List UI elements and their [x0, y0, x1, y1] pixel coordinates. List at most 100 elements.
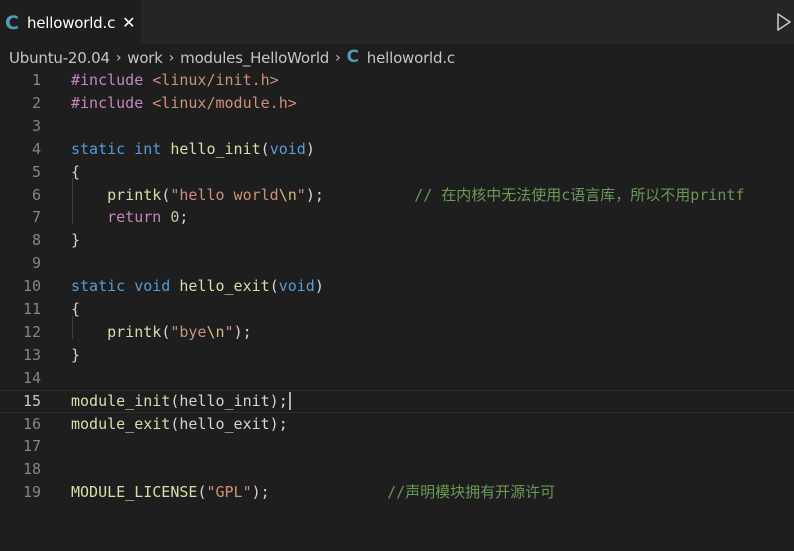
breadcrumb-item-work[interactable]: work — [127, 49, 163, 67]
code-line[interactable]: 6 printk("hello world\n"); // 在内核中无法使用c语… — [0, 184, 794, 207]
chevron-right-icon: › — [335, 49, 341, 66]
code-line[interactable]: 10 static void hello_exit(void) — [0, 275, 794, 298]
code-text: } — [71, 229, 80, 252]
breadcrumb-item-ubuntu[interactable]: Ubuntu-20.04 — [9, 49, 110, 67]
code-line[interactable]: 11 { — [0, 298, 794, 321]
text-cursor — [288, 392, 291, 411]
line-number: 9 — [31, 254, 41, 273]
line-number: 16 — [22, 414, 41, 433]
code-editor[interactable]: 1 #include <linux/init.h> 2 #include <linux… — [0, 68, 794, 551]
code-text: printk("hello world\n"); // 在内核中无法使用c语言库… — [71, 184, 744, 207]
line-number: 15 — [22, 391, 41, 410]
breadcrumb: Ubuntu-20.04 › work › modules_HelloWorld… — [0, 44, 794, 71]
code-line[interactable]: 17 — [0, 435, 794, 458]
code-token: #include — [71, 93, 144, 112]
code-token: ) — [314, 277, 324, 296]
line-number: 18 — [22, 460, 41, 479]
code-token: hello_exit — [179, 277, 270, 296]
code-token: ( — [161, 322, 171, 341]
code-text: static int hello_init(void) — [71, 138, 315, 161]
code-line[interactable]: 18 — [0, 458, 794, 481]
code-token: printk — [107, 322, 162, 341]
code-token: } — [71, 345, 81, 364]
play-icon[interactable] — [776, 12, 792, 32]
code-line[interactable]: 1 #include <linux/init.h> — [0, 69, 794, 92]
line-number: 8 — [31, 231, 41, 250]
line-number: 12 — [22, 322, 41, 341]
code-token: (hello_init); — [170, 391, 288, 410]
code-token: //声明模块拥有开源许可 — [387, 483, 556, 502]
line-number: 4 — [31, 139, 41, 158]
code-token: "bye — [170, 322, 207, 341]
line-number: 7 — [31, 208, 41, 227]
code-token: " — [224, 322, 234, 341]
tab-bar: C helloworld.c ✕ — [0, 0, 794, 44]
code-token: \n — [278, 185, 297, 204]
code-line[interactable]: 2 #include <linux/module.h> — [0, 92, 794, 115]
code-token: { — [71, 300, 81, 318]
code-line[interactable]: 5{ — [0, 161, 794, 184]
code-token: \n — [206, 322, 225, 341]
chevron-right-icon: › — [168, 49, 175, 66]
code-token: ); — [251, 483, 270, 502]
code-text: { — [71, 161, 80, 184]
code-token: hello_init — [170, 139, 261, 158]
c-language-icon: C — [5, 11, 19, 34]
code-line[interactable]: 16 module_exit(hello_exit); — [0, 413, 794, 436]
line-number: 13 — [22, 345, 41, 364]
code-line[interactable]: 13} — [0, 344, 794, 367]
close-icon[interactable]: ✕ — [122, 15, 135, 31]
code-text: static void hello_exit(void) — [71, 275, 324, 298]
code-token: printk — [107, 185, 162, 204]
code-token: ( — [161, 185, 171, 204]
code-token: } — [71, 231, 81, 250]
line-number: 11 — [22, 300, 41, 318]
breadcrumb-item-file[interactable]: helloworld.c — [367, 49, 455, 67]
line-number: 1 — [31, 71, 41, 89]
code-line[interactable]: 4 static int hello_init(void) — [0, 138, 794, 161]
code-token: " — [296, 185, 306, 204]
code-token: ( — [269, 277, 279, 296]
breadcrumb-item-modules-helloworld[interactable]: modules_HelloWorld — [180, 49, 329, 67]
code-token: <linux/module.h> — [152, 93, 297, 112]
code-line[interactable]: 15 module_init(hello_init); — [0, 389, 794, 413]
code-token: void — [269, 139, 306, 158]
code-line[interactable]: 8} — [0, 229, 794, 252]
code-token: MODULE_LICENSE — [71, 483, 198, 502]
code-token: void — [134, 277, 171, 296]
code-token: int — [134, 139, 162, 158]
code-token: ) — [305, 139, 315, 158]
line-number: 5 — [31, 162, 41, 181]
line-number: 6 — [31, 185, 41, 204]
tab-label: helloworld.c — [26, 14, 116, 32]
code-token: #include — [71, 71, 144, 89]
line-number: 17 — [22, 437, 41, 456]
code-token: ); — [305, 185, 324, 204]
code-line[interactable]: 14 — [0, 367, 794, 390]
code-line[interactable]: 9 — [0, 252, 794, 275]
code-token: module_init — [71, 391, 171, 410]
code-token: (hello_exit); — [170, 414, 288, 433]
code-text: module_init(hello_init); — [71, 391, 291, 412]
code-line[interactable]: 7 return 0; — [0, 206, 794, 229]
code-line[interactable]: 3 — [0, 115, 794, 138]
code-token: static — [71, 277, 126, 296]
code-line[interactable]: 19 MODULE_LICENSE("GPL"); //声明模块拥有开源许可 — [0, 481, 794, 504]
code-token: static — [71, 139, 126, 158]
tab-helloworld-c[interactable]: C helloworld.c ✕ — [0, 0, 141, 44]
code-token: { — [71, 162, 81, 181]
code-token: void — [278, 277, 315, 296]
code-token: "GPL" — [206, 483, 252, 502]
code-text: } — [71, 344, 80, 367]
code-text: #include <linux/init.h> — [71, 69, 279, 92]
code-line[interactable]: 12 printk("bye\n"); — [0, 321, 794, 344]
